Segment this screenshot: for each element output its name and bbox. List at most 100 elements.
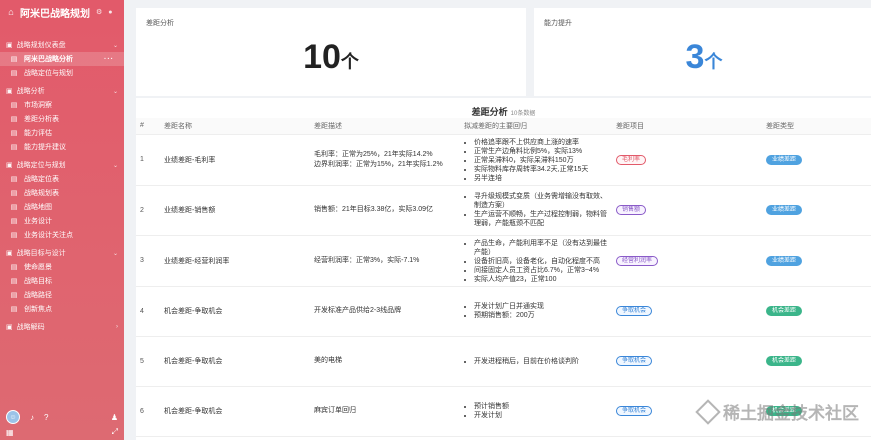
sidebar-item[interactable]: ▤ 战略定位与规划 xyxy=(0,66,124,80)
sidebar-item[interactable]: ▤ 创新焦点 xyxy=(0,302,124,316)
app-title: 阿米巴战略规划 xyxy=(20,8,90,20)
menu-item-icon: ▤ xyxy=(10,144,18,151)
sidebar-item[interactable]: ▤ 能力提升建议 xyxy=(0,140,124,154)
gap-reasons: 开发进程稍后，目前在价格谈判阶 xyxy=(460,336,612,387)
gap-type-cell: 业绩差距 xyxy=(762,134,871,186)
folder-icon: ▣ xyxy=(6,88,13,95)
type-badge: 机会差距 xyxy=(766,306,803,316)
sidebar-item-label: 战略定位表 xyxy=(24,176,59,183)
sidebar-item[interactable]: ▤ 市场洞察 xyxy=(0,98,124,112)
gap-description: 开发标准产品供给2-3线品牌 xyxy=(310,286,460,337)
sidebar-item-label: 差距分析表 xyxy=(24,116,59,123)
desc-line: 经营利润率：正常3%，实际-7.1% xyxy=(314,256,420,264)
gap-project-cell: 经营利润率 xyxy=(612,235,762,287)
menu-item-icon: ▤ xyxy=(10,130,18,137)
folder-icon: ▣ xyxy=(6,42,13,49)
table-row[interactable]: 4机会差距-争取机会开发标准产品供给2-3线品牌 开发计划广日并通实现预期销售额：… xyxy=(136,286,871,337)
table-row[interactable]: 5机会差距-争取机会美的电梯 开发进程稍后，目前在价格谈判阶争取机会 机会差距 xyxy=(136,336,871,387)
row-index: 3 xyxy=(136,235,160,287)
project-tag: 争取机会 xyxy=(616,406,653,416)
sidebar-item[interactable]: ▤ 战略定位表 xyxy=(0,172,124,186)
reason-item: 实际人均产值23，正常100 xyxy=(474,275,608,283)
sidebar-item-label: 战略定位与规划 xyxy=(24,70,73,77)
table-row[interactable]: 1 业绩差距-毛利率 毛利率：正常为25%，21年实际14.2% 边界利润率：正常为1… xyxy=(136,134,871,186)
table-row[interactable]: 3业绩差距-经营利润率经营利润率：正常3%，实际-7.1% 产品生命，产能利用率不… xyxy=(136,235,871,287)
sidebar-item[interactable]: ▤ 战略路径 xyxy=(0,288,124,302)
gap-type-cell: 机会差距 xyxy=(762,286,871,337)
sidebar-item[interactable]: ▤ 能力评估 xyxy=(0,126,124,140)
reason-item: 预期销售额：200万 xyxy=(474,311,608,320)
column-header[interactable]: 差距名称 xyxy=(160,118,310,135)
sidebar: ⌂ 阿米巴战略规划 ⚙ ● ▣ 战略规划仪表盘 ⌄ ▤ 阿米巴战略分析 ··· ▤ 战略定位与… xyxy=(0,0,124,440)
folder-icon: ▣ xyxy=(6,162,13,169)
column-header[interactable]: 差距项目 xyxy=(612,118,762,135)
sidebar-item-label: 创新焦点 xyxy=(24,306,52,313)
column-header[interactable]: # xyxy=(136,118,160,135)
column-header[interactable]: 差距类型 xyxy=(762,118,871,135)
card-value: 10 xyxy=(303,38,341,76)
sidebar-item[interactable]: ▤ 战略目标 xyxy=(0,274,124,288)
menu-item-icon: ▤ xyxy=(10,306,18,313)
reason-item: 间接固定人员工资占比6.7%，正常3~4% xyxy=(474,266,608,275)
sidebar-item-label: 阿米巴战略分析 xyxy=(24,56,73,63)
project-tag: 争取机会 xyxy=(616,306,653,316)
sidebar-group[interactable]: ▣ 战略解码 › xyxy=(0,320,124,334)
reason-item: 实际物料库存周转率34.2天,正常15天 xyxy=(474,165,608,174)
sidebar-item-label: 业务设计关注点 xyxy=(24,232,73,239)
expand-icon[interactable]: ⤢ xyxy=(112,427,118,437)
sidebar-item-label: 战略路径 xyxy=(24,292,52,299)
reason-item: 另半连培 xyxy=(474,174,608,182)
more-icon[interactable]: ● xyxy=(108,9,112,16)
chevron-down-icon: ⌄ xyxy=(112,88,118,95)
sidebar-item-label: 战略目标 xyxy=(24,278,52,285)
more-icon[interactable]: ··· xyxy=(104,56,114,63)
sidebar-item-label: 市场洞察 xyxy=(24,102,52,109)
sidebar-group[interactable]: ▣ 战略规划仪表盘 ⌄ xyxy=(0,38,124,52)
gap-description: 麻宾订单回归 xyxy=(310,386,460,437)
gap-reasons: 开发计划广日并通实现预期销售额：200万 xyxy=(460,286,612,337)
settings-icon[interactable]: ⚙ xyxy=(96,8,102,16)
menu-item-icon: ▤ xyxy=(10,264,18,271)
help-icon[interactable]: ? xyxy=(44,413,48,422)
grid-icon[interactable]: ▦ xyxy=(6,428,14,437)
gap-reasons: 价格追率跟不上供应商上涨的速率正常生产边角料比例5%，实际13%正常呆滞料0，实… xyxy=(460,134,612,186)
sidebar-group[interactable]: ▣ 战略分析 ⌄ xyxy=(0,84,124,98)
reason-item: 开发进程稍后，目前在价格谈判阶 xyxy=(474,357,608,366)
reason-item: 正常呆滞料0，实际呆滞料150万 xyxy=(474,156,608,165)
column-header[interactable]: 拟减差距的主要回归 xyxy=(460,118,612,135)
project-tag: 争取机会 xyxy=(616,356,653,366)
sidebar-item[interactable]: ▤ 差距分析表 xyxy=(0,112,124,126)
watermark-text: 稀土掘金技术社区 xyxy=(723,404,859,423)
column-header[interactable]: 差距描述 xyxy=(310,118,460,135)
sidebar-item-label: 战略地图 xyxy=(24,204,52,211)
sidebar-item[interactable]: ▤ 业务设计关注点 xyxy=(0,228,124,242)
sidebar-item[interactable]: ▤ 战略地图 xyxy=(0,200,124,214)
avatar[interactable]: ☺ xyxy=(6,410,20,424)
sidebar-group[interactable]: ▣ 战略定位与规划 ⌄ xyxy=(0,158,124,172)
watermark: 稀土掘金技术社区 xyxy=(695,398,859,425)
type-badge: 业绩差距 xyxy=(766,154,803,165)
menu-item-icon: ▤ xyxy=(10,190,18,197)
app-logo-icon: ⌂ xyxy=(8,7,14,17)
folder-icon: ▣ xyxy=(6,250,13,257)
reason-item: 开发计划 xyxy=(474,411,608,420)
gap-type-cell: 机会差距 xyxy=(762,336,871,387)
reason-item: 预计销售额 xyxy=(474,402,608,411)
table-row[interactable]: 2业绩差距-销售额销售额：21年目标3.38亿，实际3.09亿 寻升级规模式变质（… xyxy=(136,185,871,236)
user-add-icon[interactable]: ♟ xyxy=(111,413,118,422)
bell-icon[interactable]: ♪ xyxy=(30,413,34,422)
desc-line: 麻宾订单回归 xyxy=(314,407,356,414)
sidebar-item[interactable]: ▤ 业务设计 xyxy=(0,214,124,228)
reason-item: 价格追率跟不上供应商上涨的速率 xyxy=(474,138,608,147)
sidebar-group[interactable]: ▣ 战略目标与设计 ⌄ xyxy=(0,246,124,260)
sidebar-item[interactable]: ▤ 阿米巴战略分析 ··· xyxy=(0,52,124,66)
sidebar-item-label: 能力评估 xyxy=(24,130,52,137)
gap-description: 毛利率：正常为25%，21年实际14.2% 边界利润率：正常为15%，21年实际1… xyxy=(310,134,460,186)
sidebar-item[interactable]: ▤ 战略规划表 xyxy=(0,186,124,200)
sidebar-group-label: 战略规划仪表盘 xyxy=(16,42,66,49)
sidebar-item[interactable]: ▤ 使命愿景 xyxy=(0,260,124,274)
row-index: 4 xyxy=(136,286,160,337)
desc-line: 销售额：21年目标3.38亿，实际3.09亿 xyxy=(314,206,434,213)
sidebar-item-label: 能力提升建议 xyxy=(24,144,66,151)
menu-item-icon: ▤ xyxy=(10,70,18,77)
